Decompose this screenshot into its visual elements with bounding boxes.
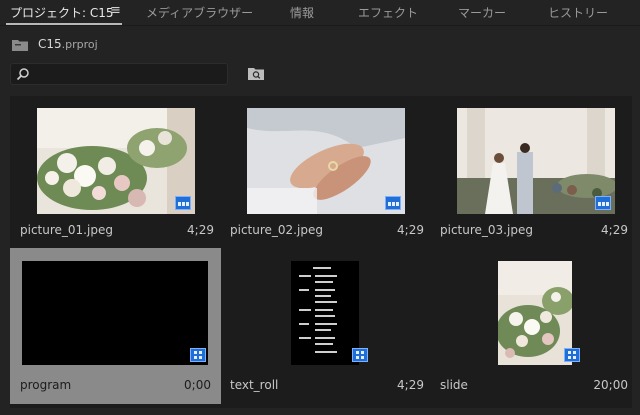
- thumbnail-ring-hands: [247, 108, 405, 214]
- item-duration: 20;00: [593, 378, 628, 392]
- tab-markers[interactable]: マーカー: [458, 4, 506, 21]
- item-duration: 4;29: [601, 223, 628, 237]
- item-duration: 4;29: [397, 378, 424, 392]
- sequence-badge-icon: [352, 348, 368, 362]
- search-icon: [16, 68, 29, 81]
- item-duration: 0;00: [184, 378, 211, 392]
- tab-effects[interactable]: エフェクト: [358, 4, 418, 21]
- thumbnail-wedding-couple: [457, 108, 615, 214]
- still-image-badge-icon: [595, 196, 611, 210]
- panel-tab-bar: プロジェクト: C15 ≡ メディアブラウザー 情報 エフェクト マーカー ヒス…: [0, 0, 640, 26]
- project-name-ext: .prproj: [61, 38, 98, 51]
- project-item-picture-01[interactable]: picture_01.jpeg 4;29: [10, 96, 218, 238]
- project-name: C15.prproj: [38, 37, 98, 51]
- tab-history[interactable]: ヒストリー: [548, 4, 608, 21]
- tab-info[interactable]: 情報: [290, 4, 314, 21]
- project-item-picture-03[interactable]: picture_03.jpeg 4;29: [430, 96, 632, 238]
- project-item-text-roll[interactable]: text_roll 4;29: [220, 248, 428, 392]
- sequence-badge-icon: [564, 348, 580, 362]
- item-name: slide: [440, 378, 468, 392]
- tab-project[interactable]: プロジェクト: C15: [10, 4, 114, 21]
- thumbnail-flowers: [37, 108, 195, 214]
- still-image-badge-icon: [175, 196, 191, 210]
- sequence-badge-icon: [190, 348, 206, 362]
- item-name: picture_01.jpeg: [20, 223, 113, 237]
- search-box[interactable]: [10, 63, 228, 85]
- search-input[interactable]: [35, 65, 223, 83]
- thumbnail-black: [22, 261, 208, 365]
- active-tab-indicator: [6, 23, 122, 25]
- new-bin-from-search-icon[interactable]: [248, 66, 264, 80]
- item-duration: 4;29: [187, 223, 214, 237]
- tab-media-browser[interactable]: メディアブラウザー: [146, 4, 253, 21]
- project-item-program[interactable]: program 0;00: [10, 248, 221, 404]
- item-name: program: [20, 378, 72, 392]
- item-name: text_roll: [230, 378, 279, 392]
- still-image-badge-icon: [385, 196, 401, 210]
- item-name: picture_03.jpeg: [440, 223, 533, 237]
- project-item-grid: picture_01.jpeg 4;29 picture_02.jpeg 4;2…: [10, 96, 632, 408]
- item-duration: 4;29: [397, 223, 424, 237]
- project-item-slide[interactable]: slide 20;00: [430, 248, 632, 392]
- thumbnail-slide-flowers: [498, 261, 572, 365]
- project-folder-icon: [12, 40, 28, 51]
- item-name: picture_02.jpeg: [230, 223, 323, 237]
- hamburger-icon[interactable]: ≡: [110, 3, 121, 18]
- project-item-picture-02[interactable]: picture_02.jpeg 4;29: [220, 96, 428, 238]
- thumbnail-text-roll: [291, 261, 359, 365]
- project-name-base: C15: [38, 37, 62, 51]
